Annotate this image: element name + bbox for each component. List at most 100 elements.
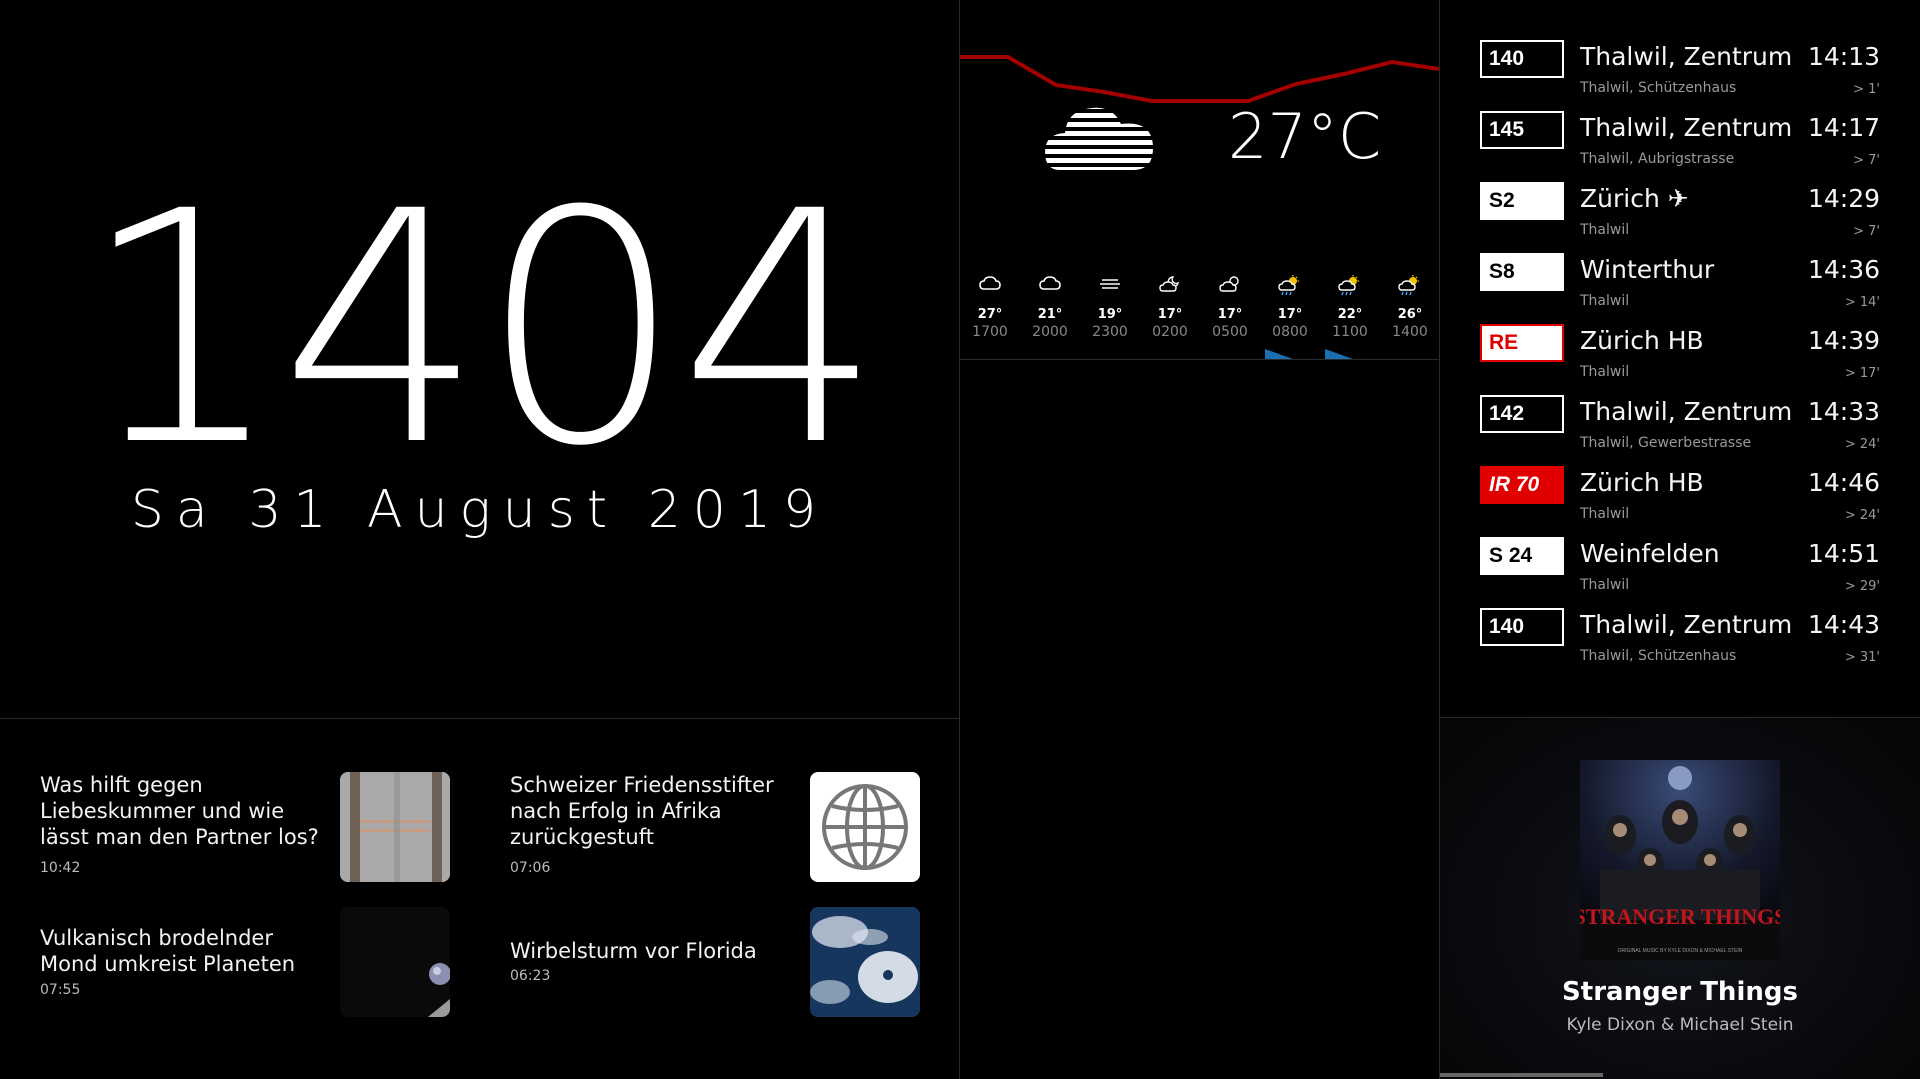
departure-stop: Thalwil (1580, 293, 1630, 309)
forecast-hour: 1100 (1332, 324, 1368, 340)
line-badge: IR 70 (1480, 466, 1564, 504)
fog-icon (1086, 275, 1134, 299)
song-artist: Kyle Dixon & Michael Stein (1566, 1015, 1794, 1035)
forecast-temp: 21° (1037, 307, 1063, 322)
departure-time: 14:39 (1807, 326, 1880, 355)
departure-time: 14:33 (1807, 397, 1880, 426)
cloud-icon (1026, 275, 1074, 299)
news-title: Vulkanisch brodelnder Mond umkreist Plan… (40, 926, 296, 976)
departure-countdown: > 29' (1844, 579, 1880, 594)
news-item-1[interactable]: Was hilft gegen Liebeskummer und wie läs… (40, 772, 470, 887)
forecast-temp: 26° (1397, 307, 1423, 322)
globe-icon (822, 784, 908, 870)
news-item-2[interactable]: Schweizer Friedensstifter nach Erfolg in… (510, 772, 940, 887)
forecast-item-1700: 27° 1700 (966, 275, 1014, 340)
departure-stop: Thalwil (1580, 506, 1630, 522)
news-time: 10:42 (40, 860, 81, 876)
departure-stop: Thalwil, Aubrigstrasse (1580, 151, 1735, 167)
current-temperature: 27°C (1228, 100, 1382, 173)
forecast-item-2300: 19° 2300 (1086, 275, 1134, 340)
departure-time: 14:17 (1807, 113, 1880, 142)
forecast-item-0800: 17° 0800 (1266, 275, 1314, 340)
departure-stop: Thalwil, Schützenhaus (1580, 648, 1737, 664)
forecast-hour: 1400 (1392, 324, 1428, 340)
departure-row: 140 Thalwil, Zentrum Thalwil, Schützenhaus… (1480, 608, 1880, 678)
destination: Zürich ✈ (1580, 184, 1689, 213)
clock-time: 1404 (80, 144, 882, 516)
forecast-temp: 27° (977, 307, 1003, 322)
departure-time: 14:36 (1807, 255, 1880, 284)
clock-date: Sa 31 August 2019 (130, 480, 829, 540)
destination: Thalwil, Zentrum (1580, 397, 1793, 426)
forecast-item-2000: 21° 2000 (1026, 275, 1074, 340)
news-thumb-space-photo (340, 907, 450, 1017)
departure-stop: Thalwil, Schützenhaus (1580, 80, 1737, 96)
line-badge: 142 (1480, 395, 1564, 433)
forecast-temp: 17° (1277, 307, 1303, 322)
news-thumb-couple-photo (340, 772, 450, 882)
departure-stop: Thalwil (1580, 364, 1630, 380)
departure-countdown: > 1' (1853, 82, 1880, 97)
departure-countdown: > 17' (1844, 366, 1880, 381)
news-thumb-hurricane-photo (810, 907, 920, 1017)
forecast-hour: 2300 (1092, 324, 1128, 340)
cloud-moon-icon (1146, 275, 1194, 299)
destination: Thalwil, Zentrum (1580, 42, 1793, 71)
departure-row: 140 Thalwil, Zentrum Thalwil, Schützenhaus… (1480, 40, 1880, 110)
rain-bar-chart (1265, 349, 1353, 359)
departure-row: IR 70 Zürich HB Thalwil 14:46 > 24' (1480, 466, 1880, 536)
line-badge: RE (1480, 324, 1564, 362)
news-title: Schweizer Friedensstifter nach Erfolg in… (510, 773, 774, 849)
departure-row: S 24 Weinfelden Thalwil 14:51 > 29' (1480, 537, 1880, 607)
forecast-temp: 19° (1097, 307, 1123, 322)
forecast-hour: 0800 (1272, 324, 1308, 340)
departure-time: 14:46 (1807, 468, 1880, 497)
departure-row: 145 Thalwil, Zentrum Thalwil, Aubrigstrass… (1480, 111, 1880, 181)
line-badge: 140 (1480, 608, 1564, 646)
forecast-hour: 0200 (1152, 324, 1188, 340)
departure-countdown: > 7' (1853, 153, 1880, 168)
destination: Zürich HB (1580, 326, 1704, 355)
departure-countdown: > 24' (1844, 508, 1880, 523)
news-title: Wirbelsturm vor Florida (510, 939, 757, 963)
sun-rain-icon (1266, 275, 1314, 299)
clock-panel: 1404 Sa 31 August 2019 (0, 0, 959, 718)
departure-time: 14:13 (1807, 42, 1880, 71)
departure-time: 14:51 (1807, 539, 1880, 568)
news-item-4[interactable]: Wirbelsturm vor Florida 06:23 (510, 907, 940, 1022)
departure-row: RE Zürich HB Thalwil 14:39 > 17' (1480, 324, 1880, 394)
forecast-hour: 2000 (1032, 324, 1068, 340)
destination: Zürich HB (1580, 468, 1704, 497)
destination: Thalwil, Zentrum (1580, 610, 1793, 639)
departure-countdown: > 24' (1844, 437, 1880, 452)
line-badge: S8 (1480, 253, 1564, 291)
cloud-sun-icon (1206, 275, 1254, 299)
news-thumb-globe (810, 772, 920, 882)
departure-countdown: > 31' (1844, 650, 1880, 665)
departure-stop: Thalwil, Gewerbestrasse (1580, 435, 1752, 451)
fog-cloud-icon (1045, 107, 1153, 171)
news-time: 07:06 (510, 860, 551, 876)
playback-progress-bar[interactable] (1440, 1073, 1603, 1077)
line-badge: 140 (1480, 40, 1564, 78)
forecast-temp: 17° (1157, 307, 1183, 322)
departure-row: 142 Thalwil, Zentrum Thalwil, Gewerbestras… (1480, 395, 1880, 465)
song-title: Stranger Things (1562, 977, 1798, 1007)
forecast-item-0500: 17° 0500 (1206, 275, 1254, 340)
forecast-item-0200: 17° 0200 (1146, 275, 1194, 340)
departure-row: S2 Zürich ✈ Thalwil 14:29 > 7' (1480, 182, 1880, 252)
departure-row: S8 Winterthur Thalwil 14:36 > 14' (1480, 253, 1880, 323)
forecast-item-1400: 26° 1400 (1386, 275, 1434, 340)
destination: Weinfelden (1580, 539, 1720, 568)
destination: Winterthur (1580, 255, 1715, 284)
news-time: 06:23 (510, 968, 551, 984)
svg-text:ORIGINAL MUSIC BY KYLE DIXON &: ORIGINAL MUSIC BY KYLE DIXON & MICHAEL S… (1618, 948, 1743, 954)
cloud-icon (966, 275, 1014, 299)
forecast-hour: 1700 (972, 324, 1008, 340)
svg-text:STRANGER THINGS: STRANGER THINGS (1580, 904, 1780, 929)
news-item-3[interactable]: Vulkanisch brodelnder Mond umkreist Plan… (40, 907, 470, 1022)
departure-time: 14:43 (1807, 610, 1880, 639)
destination: Thalwil, Zentrum (1580, 113, 1793, 142)
departure-countdown: > 7' (1853, 224, 1880, 239)
departure-stop: Thalwil (1580, 222, 1630, 238)
